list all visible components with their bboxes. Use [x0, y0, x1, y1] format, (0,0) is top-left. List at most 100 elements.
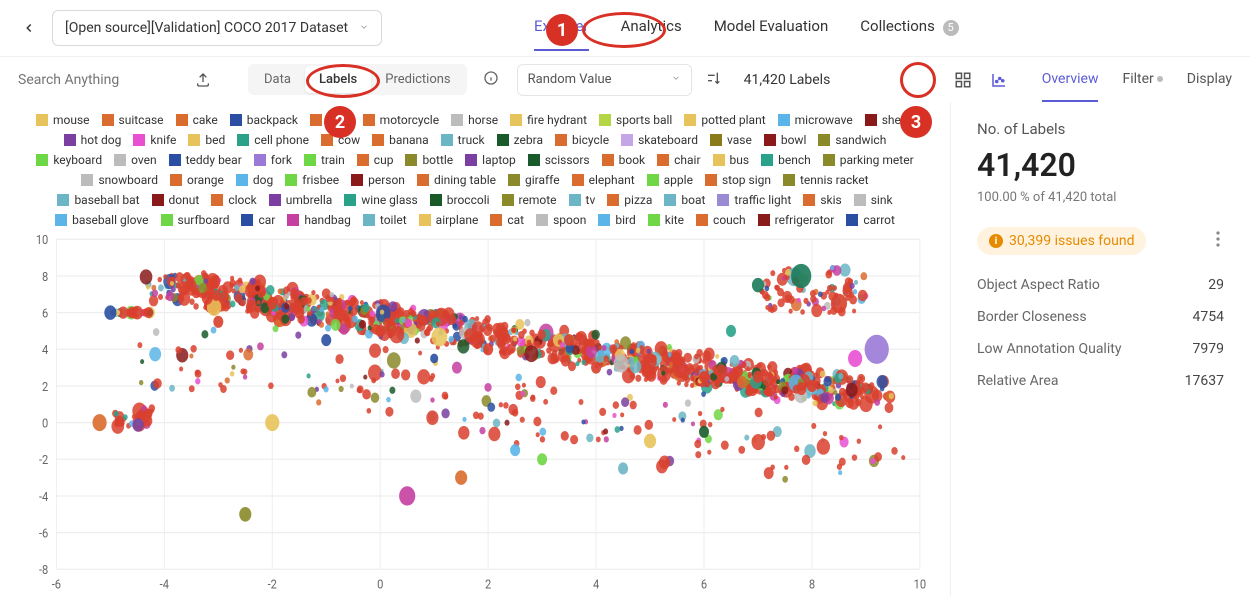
- legend-item[interactable]: orange: [165, 172, 229, 188]
- view-scatter-button[interactable]: [984, 65, 1014, 95]
- legend-item[interactable]: bowl: [759, 132, 812, 148]
- legend-item[interactable]: handbag: [282, 212, 356, 228]
- legend-item[interactable]: broccoli: [425, 192, 495, 208]
- legend-item[interactable]: wine glass: [339, 192, 422, 208]
- legend-item[interactable]: sink: [849, 192, 898, 208]
- legend-item[interactable]: motorcycle: [358, 112, 444, 128]
- info-icon[interactable]: [483, 70, 499, 90]
- legend-item[interactable]: suitcase: [97, 112, 169, 128]
- legend-item[interactable]: banana: [367, 132, 434, 148]
- legend-item[interactable]: dining table: [412, 172, 501, 188]
- legend-item[interactable]: potted plant: [679, 112, 770, 128]
- legend-item[interactable]: knife: [128, 132, 181, 148]
- legend-swatch: [536, 214, 548, 226]
- legend-item[interactable]: baseball glove: [50, 212, 153, 228]
- dataset-selector[interactable]: [Open source][Validation] COCO 2017 Data…: [52, 10, 382, 46]
- legend-item[interactable]: refrigerator: [753, 212, 840, 228]
- legend-item[interactable]: traffic light: [712, 192, 796, 208]
- legend-item[interactable]: tennis racket: [778, 172, 874, 188]
- legend-item[interactable]: baseball bat: [52, 192, 144, 208]
- legend-item[interactable]: airplane: [414, 212, 484, 228]
- legend-item[interactable]: kite: [643, 212, 689, 228]
- legend-item[interactable]: clock: [206, 192, 261, 208]
- legend-item[interactable]: train: [299, 152, 350, 168]
- legend-item[interactable]: book: [597, 152, 651, 168]
- legend-item[interactable]: frisbee: [280, 172, 344, 188]
- legend-item[interactable]: mouse: [31, 112, 95, 128]
- search-input[interactable]: [18, 64, 178, 96]
- legend-item[interactable]: boat: [659, 192, 710, 208]
- tab-model-evaluation[interactable]: Model Evaluation: [714, 17, 829, 39]
- legend-item[interactable]: bottle: [400, 152, 458, 168]
- legend-item[interactable]: cell phone: [232, 132, 314, 148]
- legend-item[interactable]: vase: [705, 132, 757, 148]
- legend-item[interactable]: skis: [798, 192, 846, 208]
- mode-tab-predictions[interactable]: Predictions: [371, 66, 464, 93]
- issues-more-button[interactable]: [1212, 227, 1224, 255]
- right-tab-display[interactable]: Display: [1187, 71, 1232, 89]
- upload-button[interactable]: [186, 64, 220, 96]
- legend-item[interactable]: spoon: [531, 212, 591, 228]
- legend-item[interactable]: microwave: [773, 112, 858, 128]
- legend-item[interactable]: car: [236, 212, 280, 228]
- legend-item[interactable]: giraffe: [503, 172, 565, 188]
- scatter-plot[interactable]: -6-4-20246810-8-6-4-20246810: [20, 232, 930, 596]
- legend-item[interactable]: parking meter: [818, 152, 919, 168]
- legend-item[interactable]: tv: [564, 192, 601, 208]
- legend-item[interactable]: bus: [708, 152, 755, 168]
- back-button[interactable]: [18, 17, 40, 39]
- legend-item[interactable]: sports ball: [594, 112, 677, 128]
- issues-summary[interactable]: i 30,399 issues found: [977, 227, 1146, 255]
- tab-collections[interactable]: Collections 5: [860, 17, 958, 40]
- legend-item[interactable]: bicycle: [550, 132, 614, 148]
- legend-item[interactable]: stop sign: [700, 172, 776, 188]
- legend-item[interactable]: donut: [147, 192, 205, 208]
- issue-row[interactable]: Relative Area17637: [977, 365, 1224, 397]
- legend-item[interactable]: cake: [171, 112, 223, 128]
- legend-item[interactable]: scissors: [523, 152, 595, 168]
- legend-item[interactable]: umbrella: [264, 192, 338, 208]
- legend-item[interactable]: zebra: [492, 132, 548, 148]
- legend-item[interactable]: dog: [231, 172, 278, 188]
- mode-tab-data[interactable]: Data: [250, 66, 305, 93]
- sort-direction-button[interactable]: [706, 70, 722, 90]
- legend-item[interactable]: bed: [183, 132, 230, 148]
- issue-row[interactable]: Low Annotation Quality7979: [977, 333, 1224, 365]
- legend-item[interactable]: carrot: [841, 212, 900, 228]
- legend-item[interactable]: oven: [109, 152, 161, 168]
- legend-item[interactable]: horse: [446, 112, 503, 128]
- legend-item[interactable]: pizza: [602, 192, 657, 208]
- legend-item[interactable]: bench: [756, 152, 816, 168]
- legend-item[interactable]: snowboard: [76, 172, 163, 188]
- right-tab-overview[interactable]: Overview: [1042, 71, 1099, 89]
- legend-item[interactable]: person: [346, 172, 410, 188]
- legend-item[interactable]: fire hydrant: [505, 112, 592, 128]
- legend-item[interactable]: chair: [652, 152, 705, 168]
- legend-item[interactable]: cup: [352, 152, 399, 168]
- legend-item[interactable]: sandwich: [813, 132, 891, 148]
- legend-item[interactable]: surfboard: [156, 212, 235, 228]
- legend-item[interactable]: elephant: [567, 172, 640, 188]
- legend-item[interactable]: hot dog: [59, 132, 127, 148]
- legend-item[interactable]: keyboard: [31, 152, 107, 168]
- issue-row[interactable]: Object Aspect Ratio29: [977, 269, 1224, 301]
- legend-item[interactable]: backpack: [225, 112, 303, 128]
- legend-item[interactable]: truck: [436, 132, 490, 148]
- legend-item[interactable]: bird: [593, 212, 640, 228]
- view-grid-button[interactable]: [948, 65, 978, 95]
- legend-item[interactable]: teddy bear: [164, 152, 247, 168]
- chart-legend: mousesuitcasecakebackpackbearmotorcycleh…: [20, 112, 930, 228]
- legend-item[interactable]: remote: [497, 192, 562, 208]
- legend-item[interactable]: toilet: [358, 212, 412, 228]
- legend-item[interactable]: laptop: [460, 152, 521, 168]
- legend-swatch: [152, 194, 164, 206]
- legend-item[interactable]: skateboard: [616, 132, 703, 148]
- overview-panel: No. of Labels 41,420 100.00 % of 41,420 …: [950, 102, 1250, 596]
- sort-select[interactable]: Random Value: [517, 64, 692, 96]
- legend-item[interactable]: couch: [691, 212, 751, 228]
- issue-row[interactable]: Border Closeness4754: [977, 301, 1224, 333]
- legend-item[interactable]: apple: [642, 172, 698, 188]
- legend-item[interactable]: fork: [249, 152, 297, 168]
- legend-item[interactable]: cat: [485, 212, 529, 228]
- right-tab-filter[interactable]: Filter: [1122, 71, 1162, 89]
